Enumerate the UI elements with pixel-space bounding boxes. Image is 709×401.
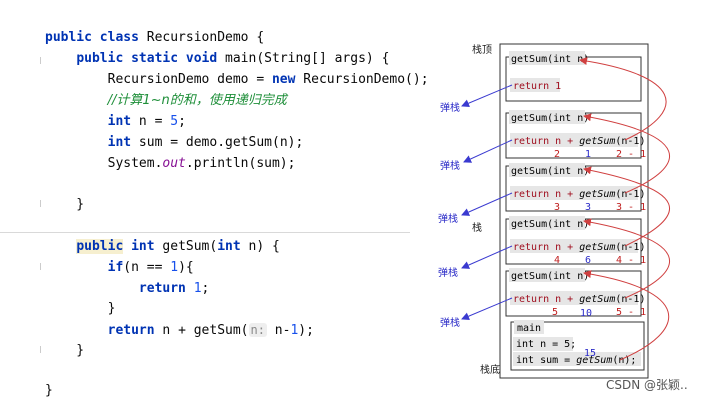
frame-body: return 1 — [513, 81, 561, 92]
code-line: public int getSum(int n) { — [76, 239, 280, 254]
stack-frame: getSum(int n) return 1 — [505, 51, 642, 102]
pop-label: 弹栈 — [440, 316, 460, 329]
parameter-hint: n: — [248, 323, 267, 337]
frame-value: 3 - 1 — [616, 202, 646, 213]
watermark: CSDN @张颖.. — [606, 378, 688, 392]
code-comment: //计算1~n的和，使用递归完成 — [107, 93, 287, 108]
frame-header: getSum(int n) — [511, 113, 589, 124]
call-stack-diagram: 栈顶 栈 栈底 getSum(int n) return 1 getSum(in… — [438, 43, 688, 392]
frame-value: 10 — [580, 308, 592, 319]
frame-body: return n + getSum(n-1) — [513, 242, 645, 253]
stack-frame: getSum(int n) return n + getSum(n-1) 2 1… — [505, 110, 646, 160]
code-line: int n = 5; — [107, 114, 186, 129]
code-line: return 1; — [138, 281, 210, 296]
frame-header: getSum(int n) — [511, 219, 589, 230]
code-line: System.out.println(sum); — [45, 156, 296, 171]
frame-header: main — [517, 323, 541, 334]
frame-value: 3 — [585, 202, 591, 213]
main-result: 15 — [584, 348, 596, 359]
code-line: if(n == 1){ — [107, 260, 194, 275]
code-line: public static void main(String[] args) { — [76, 51, 390, 66]
frame-value: 2 — [554, 149, 560, 160]
code-line: } — [45, 343, 85, 358]
frame-header: getSum(int n) — [511, 54, 589, 65]
stack-frame: getSum(int n) return n + getSum(n-1) 3 3… — [505, 163, 646, 213]
pop-label: 弹栈 — [440, 101, 460, 114]
main-frame: main int n = 5; int sum = getSum(n); 15 — [510, 320, 645, 371]
code-line: } — [45, 383, 53, 398]
stack-frame: getSum(int n) return n + getSum(n-1) 5 1… — [505, 268, 646, 319]
pop-arrows — [461, 84, 513, 320]
code-line: RecursionDemo demo = new RecursionDemo()… — [45, 72, 429, 87]
stack-bottom-label: 栈底 — [480, 363, 500, 376]
frame-header: getSum(int n) — [511, 271, 589, 282]
frame-value: 5 - 1 — [616, 307, 646, 318]
pop-label: 弹栈 — [438, 266, 458, 279]
code-line: } — [45, 301, 116, 316]
stack-frame: getSum(int n) return n + getSum(n-1) 4 6… — [505, 216, 646, 266]
frame-header: getSum(int n) — [511, 166, 589, 177]
frame-value: 2 - 1 — [616, 149, 646, 160]
code-line: return n + getSum(n: n-1); — [107, 323, 314, 338]
frame-value: 5 — [552, 307, 558, 318]
frame-body: return n + getSum(n-1) — [513, 189, 645, 200]
pop-label: 弹栈 — [438, 212, 458, 225]
main-line: int sum = getSum(n); — [516, 355, 636, 366]
method-separator — [0, 232, 410, 233]
stack-label: 栈 — [472, 221, 482, 234]
main-line: int n = 5; — [516, 339, 576, 350]
code-line: } — [45, 197, 85, 212]
code-line: int sum = demo.getSum(n); — [107, 135, 304, 150]
frame-value: 6 — [585, 255, 591, 266]
frame-value: 4 - 1 — [616, 255, 646, 266]
pop-label: 弹栈 — [440, 159, 460, 172]
code-editor: public class RecursionDemo { public stat… — [0, 0, 429, 401]
frame-value: 4 — [554, 255, 560, 266]
frame-value: 1 — [585, 149, 591, 160]
frame-value: 3 — [554, 202, 560, 213]
stack-top-label: 栈顶 — [472, 43, 492, 56]
frame-body: return n + getSum(n-1) — [513, 136, 645, 147]
frame-body: return n + getSum(n-1) — [513, 294, 645, 305]
code-line: public class RecursionDemo { — [45, 30, 265, 45]
